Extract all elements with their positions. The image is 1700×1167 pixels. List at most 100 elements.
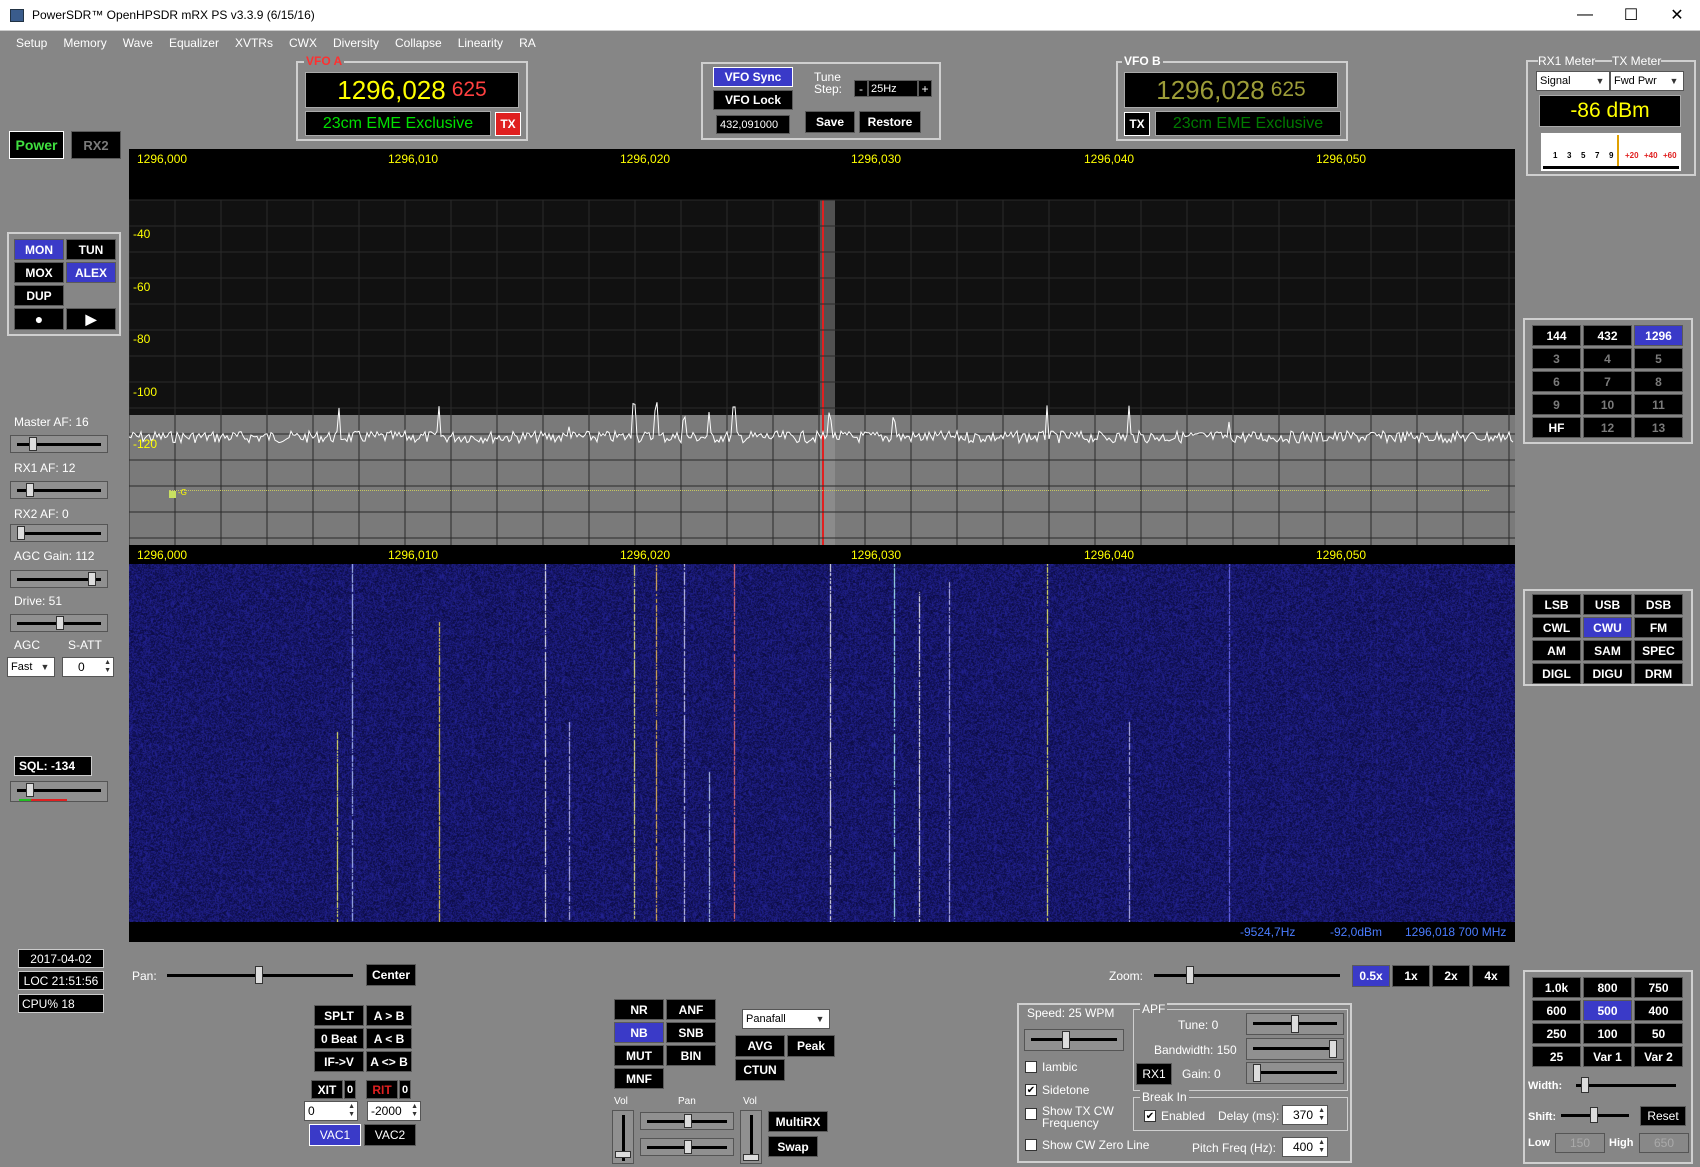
filter-width-slider[interactable]: [1570, 1076, 1682, 1096]
rx-meter-select[interactable]: Signal ▼: [1536, 71, 1610, 91]
avg-button[interactable]: AVG: [735, 1035, 785, 1057]
filter-button-10k[interactable]: 1.0k: [1532, 977, 1581, 998]
dup-button[interactable]: DUP: [14, 285, 64, 306]
play-button[interactable]: ▶: [66, 308, 116, 330]
menu-collapse[interactable]: Collapse: [395, 36, 442, 50]
mode-button-usb[interactable]: USB: [1583, 594, 1632, 615]
mode-button-cwu[interactable]: CWU: [1583, 617, 1632, 638]
apf-bw-slider[interactable]: [1246, 1038, 1344, 1060]
satt-stepper[interactable]: 0 ▲ ▼: [62, 657, 114, 677]
tune-step-minus-button[interactable]: -: [854, 80, 868, 97]
split-button[interactable]: SPLT: [314, 1005, 364, 1026]
ctun-button[interactable]: CTUN: [735, 1059, 785, 1081]
b-to-a-button[interactable]: A < B: [366, 1028, 412, 1049]
vac1-button[interactable]: VAC1: [309, 1124, 361, 1146]
vfo-b-tx-button[interactable]: TX: [1124, 112, 1150, 136]
band-button-hf[interactable]: HF: [1532, 417, 1581, 438]
swap-button[interactable]: Swap: [768, 1136, 818, 1157]
drive-slider[interactable]: [10, 614, 108, 632]
center-button[interactable]: Center: [366, 964, 416, 986]
anf-button[interactable]: ANF: [666, 999, 716, 1020]
restore-button[interactable]: Restore: [859, 111, 921, 133]
tx-meter-select[interactable]: Fwd Pwr ▼: [1610, 71, 1684, 91]
pan-slider[interactable]: [161, 965, 359, 987]
xit-button[interactable]: XIT: [311, 1080, 343, 1099]
break-in-enabled-checkbox[interactable]: ✔ Enabled: [1144, 1109, 1205, 1123]
filter-button-400[interactable]: 400: [1634, 1000, 1683, 1021]
mode-button-fm[interactable]: FM: [1634, 617, 1683, 638]
vol2-slider[interactable]: [740, 1110, 762, 1164]
menu-linearity[interactable]: Linearity: [458, 36, 503, 50]
menu-memory[interactable]: Memory: [63, 36, 106, 50]
multirx-button[interactable]: MultiRX: [768, 1111, 828, 1132]
pan-slider-rx2[interactable]: [640, 1138, 734, 1156]
filter-high-field[interactable]: 650: [1639, 1133, 1689, 1153]
record-button[interactable]: ●: [14, 308, 64, 330]
squelch-marker[interactable]: [169, 491, 176, 498]
power-button[interactable]: Power: [9, 131, 64, 159]
mode-button-lsb[interactable]: LSB: [1532, 594, 1581, 615]
filter-button-50[interactable]: 50: [1634, 1023, 1683, 1044]
band-button-5[interactable]: 5: [1634, 348, 1683, 369]
bin-button[interactable]: BIN: [666, 1045, 716, 1066]
rx2-button[interactable]: RX2: [71, 131, 121, 159]
mode-button-digu[interactable]: DIGU: [1583, 663, 1632, 684]
show-tx-cw-checkbox[interactable]: Show TX CW Frequency: [1025, 1105, 1122, 1129]
mnf-button[interactable]: MNF: [614, 1068, 664, 1089]
mode-button-spec[interactable]: SPEC: [1634, 640, 1683, 661]
band-button-1296[interactable]: 1296: [1634, 325, 1683, 346]
vfo-a-tx-button[interactable]: TX: [495, 112, 521, 136]
alex-button[interactable]: ALEX: [66, 262, 116, 283]
cw-speed-slider[interactable]: [1024, 1029, 1124, 1051]
band-button-10[interactable]: 10: [1583, 394, 1632, 415]
menu-setup[interactable]: Setup: [16, 36, 47, 50]
show-cw-zero-checkbox[interactable]: Show CW Zero Line: [1025, 1138, 1149, 1152]
vfo-lock-button[interactable]: VFO Lock: [713, 90, 793, 110]
filter-button-25[interactable]: 25: [1532, 1046, 1581, 1067]
band-button-432[interactable]: 432: [1583, 325, 1632, 346]
if-to-v-button[interactable]: IF->V: [314, 1051, 364, 1072]
band-button-9[interactable]: 9: [1532, 394, 1581, 415]
rx1-af-slider[interactable]: [10, 481, 108, 499]
filter-low-field[interactable]: 150: [1555, 1133, 1605, 1153]
band-button-4[interactable]: 4: [1583, 348, 1632, 369]
tun-button[interactable]: TUN: [66, 239, 116, 260]
tune-step-plus-button[interactable]: +: [918, 80, 932, 97]
mox-button[interactable]: MOX: [14, 262, 64, 283]
save-button[interactable]: Save: [805, 111, 855, 133]
filter-button-500[interactable]: 500: [1583, 1000, 1632, 1021]
band-button-13[interactable]: 13: [1634, 417, 1683, 438]
menu-diversity[interactable]: Diversity: [333, 36, 379, 50]
minimize-button[interactable]: —: [1562, 0, 1608, 30]
vac2-button[interactable]: VAC2: [364, 1124, 416, 1146]
mode-button-sam[interactable]: SAM: [1583, 640, 1632, 661]
band-button-11[interactable]: 11: [1634, 394, 1683, 415]
zoom-button-2x[interactable]: 2x: [1432, 965, 1470, 987]
sql-slider[interactable]: [10, 781, 108, 802]
apf-rx1-button[interactable]: RX1: [1136, 1063, 1172, 1085]
vfo-a-display[interactable]: 1296,028 625: [305, 72, 519, 108]
mode-button-digl[interactable]: DIGL: [1532, 663, 1581, 684]
close-button[interactable]: ✕: [1654, 0, 1700, 30]
mode-button-am[interactable]: AM: [1532, 640, 1581, 661]
pitch-stepper[interactable]: 400 ▲ ▼: [1282, 1137, 1328, 1157]
filter-button-250[interactable]: 250: [1532, 1023, 1581, 1044]
rx2-af-slider[interactable]: [10, 524, 108, 542]
apf-gain-slider[interactable]: [1246, 1062, 1344, 1084]
zero-beat-button[interactable]: 0 Beat: [314, 1028, 364, 1049]
nr-button[interactable]: NR: [614, 999, 664, 1020]
sidetone-checkbox[interactable]: ✔ Sidetone: [1025, 1083, 1089, 1097]
apf-tune-slider[interactable]: [1246, 1013, 1344, 1035]
zoom-button-1x[interactable]: 1x: [1392, 965, 1430, 987]
band-button-6[interactable]: 6: [1532, 371, 1581, 392]
filter-button-750[interactable]: 750: [1634, 977, 1683, 998]
mode-button-dsb[interactable]: DSB: [1634, 594, 1683, 615]
vol-slider[interactable]: [612, 1110, 634, 1164]
xit-stepper[interactable]: 0 ▲ ▼: [304, 1101, 358, 1121]
snb-button[interactable]: SNB: [666, 1022, 716, 1043]
mode-button-drm[interactable]: DRM: [1634, 663, 1683, 684]
agc-gain-slider[interactable]: [10, 570, 108, 588]
sql-label[interactable]: SQL: -134: [14, 756, 92, 776]
peak-button[interactable]: Peak: [787, 1035, 835, 1057]
band-button-8[interactable]: 8: [1634, 371, 1683, 392]
